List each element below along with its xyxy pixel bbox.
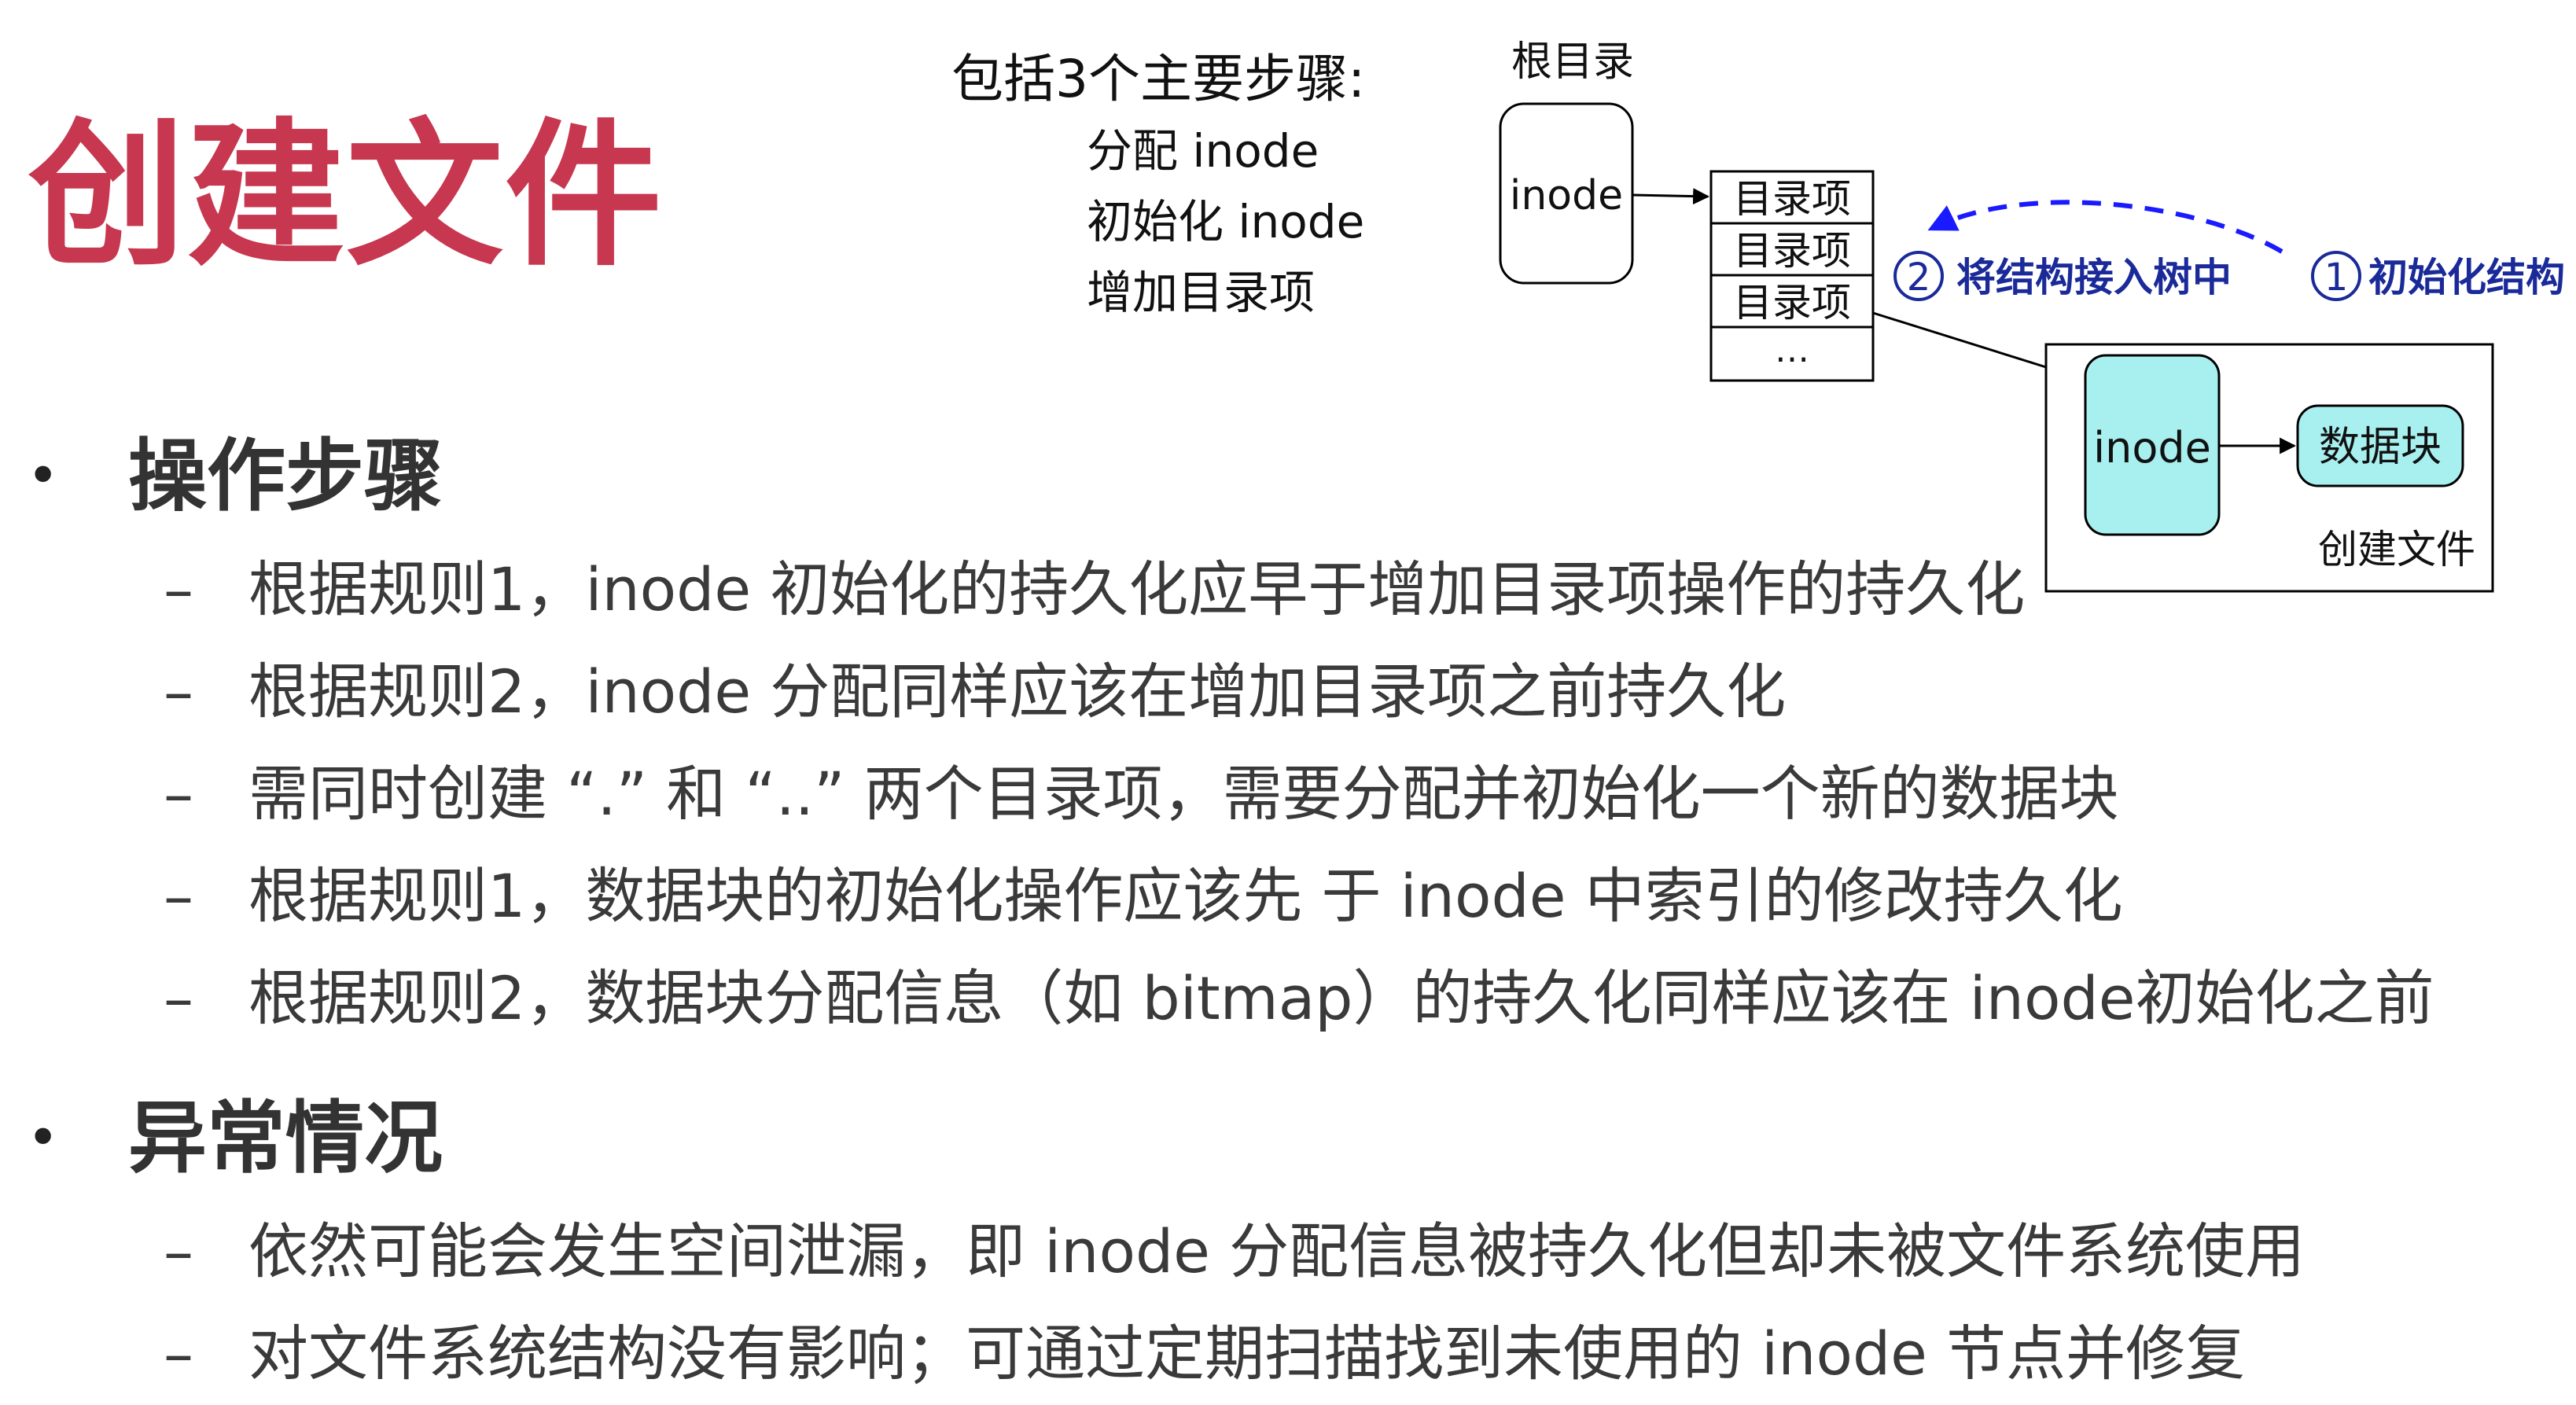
step2-number: 2 <box>1907 256 1931 300</box>
root-inode-label: inode <box>1510 172 1623 219</box>
section-bullet: • <box>27 1105 60 1170</box>
step2-label: 将结构接入树中 <box>1956 255 2232 300</box>
dir-entry-table: 目录项 目录项 目录项 … <box>1709 170 1875 382</box>
list-item-text: 根据规则2，数据块分配信息（如 bitmap）的持久化同样应该在 inode初始… <box>248 963 2434 1033</box>
list-item-text: 根据规则2，inode 分配同样应该在增加目录项之前持久化 <box>248 657 1787 726</box>
dir-entry-label: 目录项 <box>1733 280 1851 326</box>
list-dash: – <box>164 759 193 829</box>
section-heading-operations: 操作步骤 <box>128 430 443 522</box>
root-dir-label: 根目录 <box>1511 39 1634 86</box>
list-item-text: 需同时创建 “.” 和 “..” 两个目录项，需要分配并初始化一个新的数据块 <box>248 759 2119 829</box>
new-inode-label: inode <box>2093 423 2211 473</box>
data-block-label: 数据块 <box>2319 424 2442 471</box>
step1-number: 1 <box>2324 256 2349 300</box>
list-dash: – <box>164 1319 193 1388</box>
step1-label: 初始化结构 <box>2368 255 2565 300</box>
create-file-caption: 创建文件 <box>2318 527 2475 572</box>
attach-to-tree-arrow <box>1927 200 2283 254</box>
list-item-text: 根据规则1，数据块的初始化操作应该先 于 inode 中索引的修改持久化 <box>248 861 2123 931</box>
list-dash: – <box>164 963 193 1033</box>
root-to-entries-arrow <box>1632 188 1710 205</box>
list-item-text: 根据规则1，inode 初始化的持久化应早于增加目录项操作的持久化 <box>248 554 2026 624</box>
list-dash: – <box>164 657 193 726</box>
create-file-diagram: 根目录 inode 目录项 目录项 目录项 … 2 将结构接入树中 1 初始化结… <box>1499 39 2565 593</box>
list-item-text: 对文件系统结构没有影响；可通过定期扫描找到未使用的 inode 节点并修复 <box>248 1319 2246 1388</box>
section-heading-exceptions: 异常情况 <box>128 1092 443 1184</box>
section-bullet: • <box>27 443 60 508</box>
dir-entry-label: 目录项 <box>1733 228 1851 274</box>
list-dash: – <box>164 554 193 624</box>
dir-entry-label: 目录项 <box>1733 176 1851 222</box>
list-dash: – <box>164 1216 193 1286</box>
dir-entry-ellipsis: … <box>1775 330 1809 370</box>
list-dash: – <box>164 861 193 931</box>
list-item-text: 依然可能会发生空间泄漏，即 inode 分配信息被持久化但却未被文件系统使用 <box>248 1216 2306 1286</box>
